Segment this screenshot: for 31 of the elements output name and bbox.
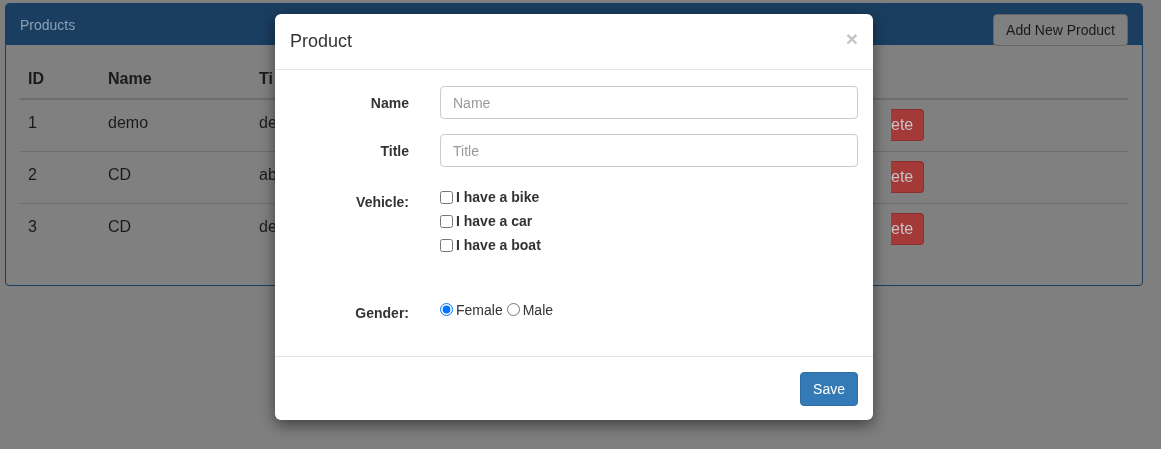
checkbox-label: I have a boat: [456, 237, 541, 253]
field-label: Title: [379, 142, 410, 159]
modal-title: Product: [290, 31, 353, 52]
radio-label: Female: [456, 301, 503, 318]
radio-button[interactable]: [506, 303, 520, 316]
text-field[interactable]: Title: [440, 134, 858, 167]
table-cell-text: demo: [107, 113, 150, 133]
save-button[interactable]: Save: [800, 372, 858, 406]
delete-button[interactable]: ete: [891, 213, 924, 245]
add-product-button[interactable]: Add New Product: [993, 14, 1128, 46]
checkbox[interactable]: [440, 190, 453, 204]
column-header: Name: [100, 60, 251, 100]
field-label: Gender:: [354, 304, 410, 321]
table-cell: 2: [20, 151, 100, 203]
field-label: Vehicle:: [355, 193, 410, 212]
radio-label: Male: [522, 301, 554, 318]
radio-button[interactable]: [440, 303, 453, 316]
checkbox-label: I have a bike: [456, 189, 540, 205]
field-label: Name: [369, 94, 410, 111]
checkbox[interactable]: [440, 214, 453, 228]
delete-button[interactable]: ete: [891, 109, 924, 141]
panel-title: Products: [20, 17, 76, 33]
column-header: ID: [20, 60, 100, 100]
table-cell: CD: [100, 151, 251, 203]
table-cell: 3: [20, 203, 100, 255]
delete-button[interactable]: ete: [891, 161, 924, 193]
checkbox-label: I have a car: [456, 213, 533, 229]
checkbox[interactable]: [440, 238, 453, 252]
text-field[interactable]: Name: [440, 86, 858, 119]
table-cell: CD: [100, 203, 251, 255]
table-cell-text: 1: [27, 113, 38, 133]
